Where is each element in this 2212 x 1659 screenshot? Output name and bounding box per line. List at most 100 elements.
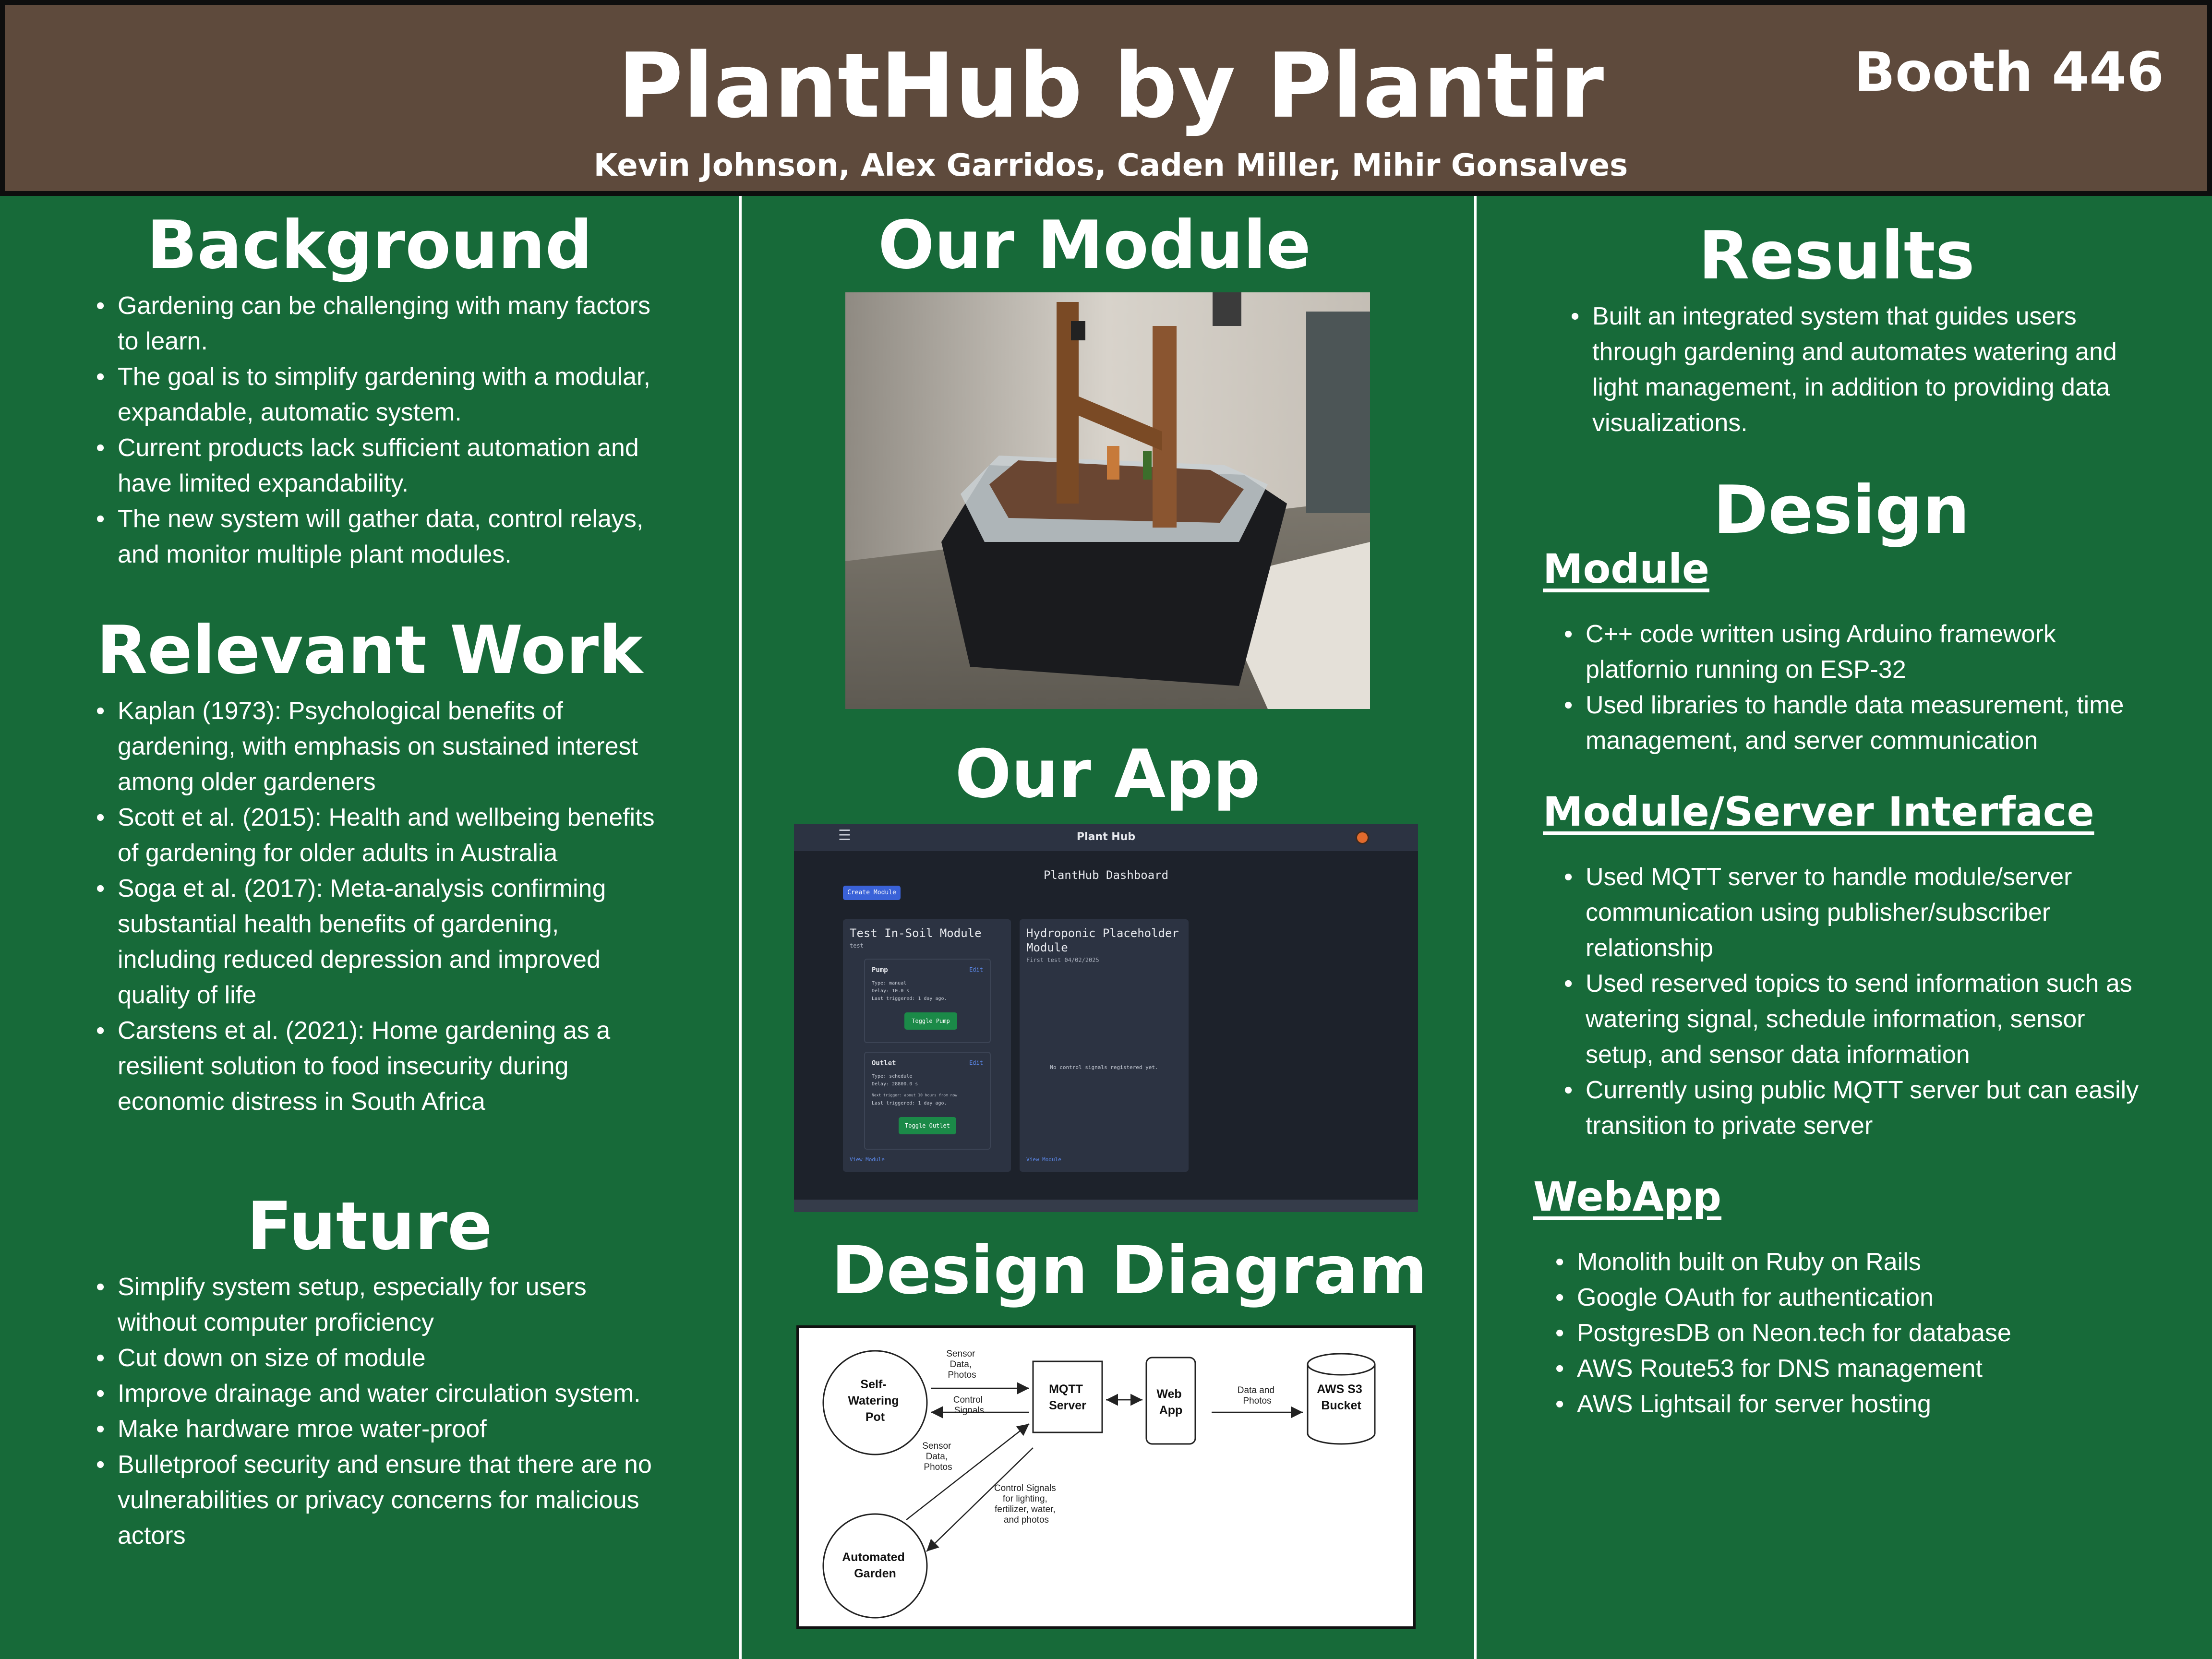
pot-label-line1: Self- [860,1378,886,1391]
mqtt-server-node [1032,1360,1103,1433]
svg-text:Self- Watering Pot: Self- Watering Pot [848,1378,902,1424]
relevant-work-heading: Relevant Work [96,612,643,689]
garden-label-line2: Garden [854,1567,896,1580]
module-server-interface-subheading: Module/Server Interface [1543,788,2094,835]
module-subheading: Module [1543,545,1709,592]
webapp-subheading: WebApp [1533,1173,1722,1220]
outlet-type: Type: schedule [872,1074,913,1079]
list-item: Bulletproof security and ensure that the… [96,1447,662,1553]
results-heading: Results [1698,217,1975,294]
list-item: The new system will gather data, control… [96,501,662,572]
background-heading: Background [146,206,593,284]
webapp-design-list: Monolith built on Ruby on Rails Google O… [1555,1244,2151,1422]
outlet-last-triggered: Last triggered: 1 day ago. [872,1101,947,1106]
web-app-node [1145,1357,1196,1445]
pot-label-line2: Watering [848,1394,899,1407]
mqtt-label-line1: MQTT [1049,1382,1083,1396]
list-item: Used reserved topics to send information… [1564,966,2159,1072]
outlet-next-trigger: Next trigger: about 10 hours from now [872,1093,958,1097]
svg-text:MQTT Server: MQTT Server [1049,1382,1086,1412]
design-diagram: Self- Watering Pot Automated Garden MQTT… [796,1325,1416,1629]
svg-text:Sensor Data, Photo: Sensor Data, Photos [946,1349,977,1380]
card-title-line1: Hydroponic Placeholder [1026,926,1179,940]
module-design-list: C++ code written using Arduino framework… [1564,616,2159,758]
outlet-control-panel: Outlet Edit Type: schedule Delay: 28800.… [864,1052,991,1150]
interface-design-list: Used MQTT server to handle module/server… [1564,859,2159,1143]
pump-edit-link[interactable]: Edit [969,966,983,973]
list-item: AWS Lightsail for server hosting [1555,1386,2151,1422]
card-subtitle: First test 04/02/2025 [1026,957,1099,963]
list-item: Carstens et al. (2021): Home gardening a… [96,1013,662,1119]
poster-header: PlantHub by Plantir Kevin Johnson, Alex … [0,0,2212,196]
list-item: AWS Route53 for DNS management [1555,1351,2151,1386]
list-item: Make hardware mroe water-proof [96,1411,662,1447]
no-control-signals-text: No control signals registered yet. [1050,1064,1158,1070]
column-divider-right [1474,196,1477,1659]
pot-label-line3: Pot [866,1410,885,1424]
future-heading: Future [247,1188,493,1265]
poster-authors: Kevin Johnson, Alex Garridos, Caden Mill… [593,148,1628,183]
pump-delay: Delay: 10.0 s [872,988,910,994]
future-list: Simplify system setup, especially for us… [96,1269,662,1553]
toggle-pump-button[interactable]: Toggle Pump [904,1012,957,1030]
outlet-delay: Delay: 28800.0 s [872,1082,918,1087]
webapp-label-line2: App [1159,1404,1183,1417]
svg-text:Control Signals: Control Signals [953,1395,986,1416]
module-photo [845,292,1370,709]
card-title-line2: Module [1026,941,1068,954]
list-item: Used libraries to handle data measuremen… [1564,687,2159,758]
app-navbar: ☰ Plant Hub [794,824,1418,851]
create-module-button[interactable]: Create Module [843,886,901,900]
svg-text:Sensor Data, Photo: Sensor Data, Photos [922,1441,953,1472]
svg-text:Control Signals for ligh: Control Signals for lighting, fertilizer… [994,1483,1058,1525]
card-title: Test In-Soil Module [850,926,982,940]
list-item: Soga et al. (2017): Meta-analysis confir… [96,871,662,1013]
list-item: PostgresDB on Neon.tech for database [1555,1315,2151,1351]
app-screenshot: ☰ Plant Hub PlantHub Dashboard Create Mo… [794,824,1418,1212]
s3-label-line2: Bucket [1321,1399,1361,1412]
svg-text:AWS S3 Bucket: AWS S3 Bucket [1317,1382,1365,1412]
view-module-link[interactable]: View Module [850,1156,885,1163]
list-item: The goal is to simplify gardening with a… [96,359,662,430]
list-item: Gardening can be challenging with many f… [96,288,662,359]
list-item: Kaplan (1973): Psychological benefits of… [96,693,662,800]
garden-label-line1: Automated [842,1551,905,1564]
svg-text:Web App: Web App [1156,1387,1185,1417]
list-item: Improve drainage and water circulation s… [96,1376,662,1411]
app-brand[interactable]: Plant Hub [794,831,1418,843]
list-item: Built an integrated system that guides u… [1571,299,2161,441]
list-item: Currently using public MQTT server but c… [1564,1072,2159,1143]
app-footer-bar [794,1200,1418,1212]
pump-type: Type: manual [872,981,907,986]
automated-garden-node [822,1513,928,1619]
module-card-hydroponic: Hydroponic Placeholder Module First test… [1020,919,1189,1172]
mqtt-label-line2: Server [1049,1399,1086,1412]
list-item: Simplify system setup, especially for us… [96,1269,662,1340]
svg-text:Automated Garden: Automated Garden [842,1551,908,1580]
pump-title: Pump [872,966,888,974]
pump-control-panel: Pump Edit Type: manual Delay: 10.0 s Las… [864,959,991,1043]
our-module-heading: Our Module [878,206,1311,284]
results-list: Built an integrated system that guides u… [1571,299,2161,441]
relevant-work-list: Kaplan (1973): Psychological benefits of… [96,693,662,1119]
view-module-link[interactable]: View Module [1026,1156,1061,1163]
svg-text:Data and Photos: Data and Photos [1238,1385,1277,1406]
list-item: Scott et al. (2015): Health and wellbein… [96,800,662,871]
module-card-in-soil: Test In-Soil Module test Pump Edit Type:… [843,919,1011,1172]
list-item: C++ code written using Arduino framework… [1564,616,2159,687]
design-diagram-svg: Self- Watering Pot Automated Garden MQTT… [822,1349,1376,1619]
outlet-edit-link[interactable]: Edit [969,1059,983,1066]
column-divider-left [739,196,742,1659]
our-app-heading: Our App [955,735,1261,813]
list-item: Google OAuth for authentication [1555,1280,2151,1315]
list-item: Monolith built on Ruby on Rails [1555,1244,2151,1280]
user-avatar-icon[interactable] [1356,831,1369,844]
design-diagram-heading: Design Diagram [831,1232,1428,1309]
module-photo-illustration [845,292,1370,709]
list-item: Cut down on size of module [96,1340,662,1376]
booth-number: Booth 446 [1854,41,2164,104]
toggle-outlet-button[interactable]: Toggle Outlet [899,1117,956,1134]
list-item: Used MQTT server to handle module/server… [1564,859,2159,966]
webapp-label-line1: Web [1156,1387,1181,1401]
card-subtitle: test [850,942,864,949]
